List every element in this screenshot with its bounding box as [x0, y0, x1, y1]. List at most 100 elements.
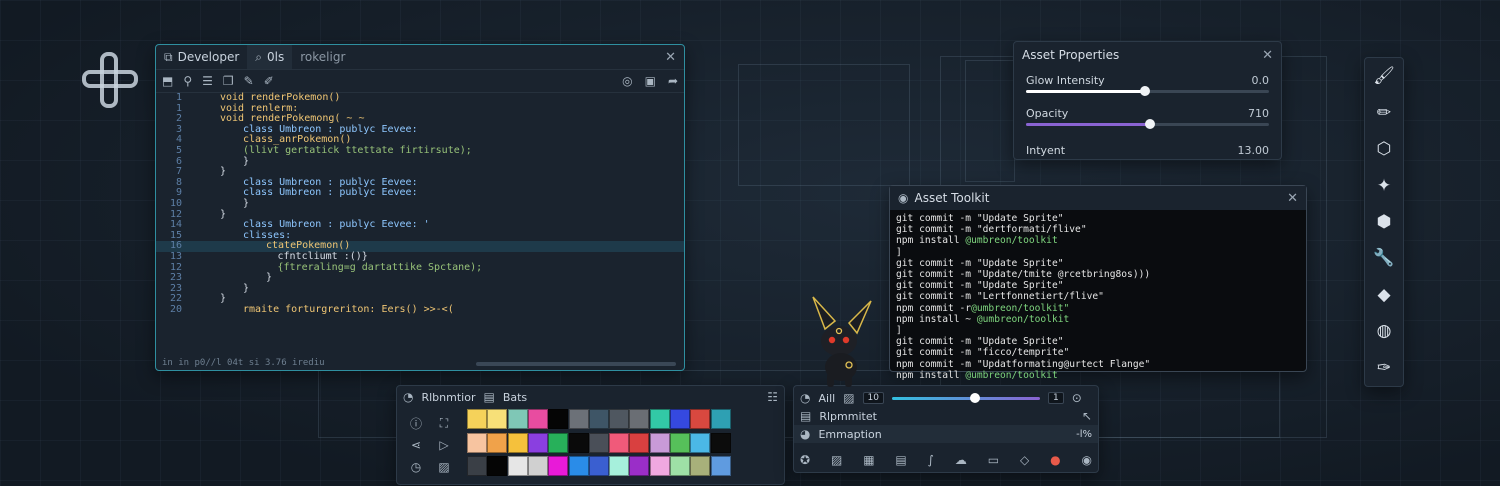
terminal-output[interactable]: git commit -m "Update Sprite" git commit … — [890, 210, 1306, 384]
color-swatch[interactable] — [710, 409, 731, 429]
code-line[interactable]: 15 clisses: — [156, 230, 684, 242]
code-line[interactable]: 8 class Umbreon : publyc Eevee: — [156, 177, 684, 189]
image-icon[interactable]: ▨ — [831, 453, 842, 467]
brush-icon[interactable]: 🖌 — [1373, 66, 1395, 86]
color-swatch[interactable] — [507, 432, 528, 453]
code-line[interactable]: 20 rmaite forturgreriton: Eers() >>-<( — [156, 304, 684, 316]
tab-search[interactable]: ⌕ 0ls — [247, 45, 293, 69]
slider-knob[interactable] — [1144, 119, 1155, 129]
diamond-icon[interactable]: ◇ — [1020, 453, 1029, 467]
color-swatch[interactable] — [670, 432, 690, 453]
chip-icon[interactable]: ▣ — [645, 74, 656, 88]
color-swatch[interactable] — [467, 409, 487, 429]
value-field[interactable]: 1 — [1047, 392, 1064, 404]
pen-icon[interactable]: ✎ — [244, 74, 254, 88]
opacity-slider[interactable] — [1026, 119, 1269, 129]
shield-icon[interactable]: ⬢ — [1377, 212, 1392, 232]
play-icon[interactable]: ▷ — [435, 434, 453, 456]
cloud-icon[interactable]: ☁ — [955, 453, 967, 467]
eyedropper-icon[interactable]: ✑ — [1377, 358, 1391, 378]
cube-icon[interactable]: ⬡ — [1377, 139, 1392, 159]
close-icon[interactable]: ✕ — [1262, 48, 1273, 63]
color-swatch[interactable] — [690, 432, 711, 453]
link-icon[interactable]: ⊙ — [1072, 391, 1082, 405]
magic-wand-icon[interactable]: ✦ — [1377, 176, 1391, 196]
rlpmmitet-row[interactable]: ▤ Rlpmmitet ↖ — [794, 407, 1098, 425]
color-swatch[interactable] — [670, 409, 690, 429]
tab-developer[interactable]: ⧉ Developer — [156, 45, 247, 69]
color-swatch[interactable] — [609, 456, 630, 476]
code-line[interactable]: 1 void renderPokemon() — [156, 92, 684, 104]
color-swatch[interactable] — [568, 409, 589, 429]
color-swatch[interactable] — [527, 432, 548, 453]
slider-knob[interactable] — [1140, 86, 1151, 96]
color-swatch[interactable] — [629, 432, 650, 453]
target-icon[interactable]: ◎ — [622, 74, 632, 88]
color-swatch[interactable] — [527, 456, 548, 476]
color-swatch[interactable] — [548, 456, 569, 476]
slider-knob[interactable] — [969, 392, 980, 403]
copy-icon[interactable]: ❐ — [223, 74, 234, 88]
close-icon[interactable]: ✕ — [1287, 191, 1298, 206]
record-icon[interactable]: ● — [1050, 453, 1060, 467]
share-icon[interactable]: ⋖ — [407, 434, 425, 456]
code-line[interactable]: 6} — [156, 156, 684, 168]
code-line[interactable]: 5 (llivt gertatick ttettate firtirsute); — [156, 145, 684, 157]
edit-icon[interactable]: ✐ — [264, 74, 274, 88]
gallery-icon[interactable]: ▦ — [863, 453, 874, 467]
color-swatch[interactable] — [609, 409, 630, 429]
glow-intensity-slider[interactable] — [1026, 86, 1269, 96]
paw-icon[interactable]: ✪ — [800, 453, 810, 467]
timer-icon[interactable]: ◷ — [407, 456, 425, 478]
color-swatch[interactable] — [527, 409, 548, 429]
color-swatch[interactable] — [487, 432, 508, 453]
color-swatch[interactable] — [507, 456, 528, 476]
color-swatch[interactable] — [588, 409, 609, 429]
share-icon[interactable]: ➦ — [668, 74, 678, 88]
code-line[interactable]: 16 ctatePokemon() — [156, 241, 684, 252]
horizontal-scrollbar[interactable] — [476, 362, 676, 366]
color-swatch[interactable] — [690, 456, 711, 476]
color-swatch[interactable] — [467, 432, 487, 453]
close-icon[interactable]: ✕ — [665, 50, 676, 65]
code-area[interactable]: 1 void renderPokemon() 1 void renlerm: 2 void… — [156, 92, 684, 356]
wrench-icon[interactable]: 🔧 — [1373, 248, 1394, 268]
code-line[interactable]: 3 class Umbreon : publyc Eevee: — [156, 124, 684, 136]
color-swatch[interactable] — [487, 456, 508, 476]
color-swatch[interactable] — [609, 432, 630, 453]
info-icon[interactable]: ⓘ — [407, 412, 425, 434]
code-line[interactable]: 7} — [156, 167, 684, 178]
tab-other[interactable]: rokeligr — [292, 45, 353, 69]
crop-icon[interactable]: ⛶ — [435, 412, 453, 434]
color-swatch[interactable] — [588, 432, 609, 453]
fill-bucket-icon[interactable]: ◆ — [1377, 285, 1390, 305]
color-swatch[interactable] — [487, 409, 508, 429]
color-swatch[interactable] — [548, 432, 569, 453]
list-icon[interactable]: ☰ — [202, 74, 213, 88]
frame-icon[interactable]: ▭ — [988, 453, 999, 467]
color-swatch[interactable] — [649, 432, 670, 453]
code-line[interactable]: 13 cfntcliumt :()} — [156, 251, 684, 263]
color-swatch[interactable] — [649, 409, 670, 429]
code-line[interactable]: 14 class Umbreon : publyc Eevee: ' — [156, 220, 684, 231]
code-line[interactable]: 23} — [156, 283, 684, 295]
main-slider[interactable] — [891, 392, 1040, 403]
code-line[interactable]: 9 class Umbreon : publyc Eevee: — [156, 188, 684, 199]
pin-icon[interactable]: ⚲ — [183, 74, 192, 88]
color-swatch[interactable] — [588, 456, 609, 476]
code-line[interactable]: 10} — [156, 198, 684, 210]
color-swatch[interactable] — [467, 456, 487, 476]
color-swatch[interactable] — [568, 456, 589, 476]
curve-icon[interactable]: ∫ — [928, 453, 934, 467]
color-swatch[interactable] — [670, 456, 690, 476]
code-line[interactable]: 23} — [156, 272, 684, 284]
code-line[interactable]: 12 {ftreraling=g dartattike Spctane); — [156, 262, 684, 274]
color-swatch[interactable] — [649, 456, 670, 476]
palette-tab[interactable]: Rlbnmtior — [421, 391, 475, 404]
palette-tab[interactable]: Bats — [503, 391, 527, 404]
pencil-icon[interactable]: ✏ — [1377, 103, 1391, 123]
color-swatch[interactable] — [568, 432, 589, 453]
pin-icon[interactable]: ↖ — [1082, 409, 1092, 423]
color-swatch[interactable] — [548, 409, 569, 429]
color-swatch[interactable] — [507, 409, 528, 429]
